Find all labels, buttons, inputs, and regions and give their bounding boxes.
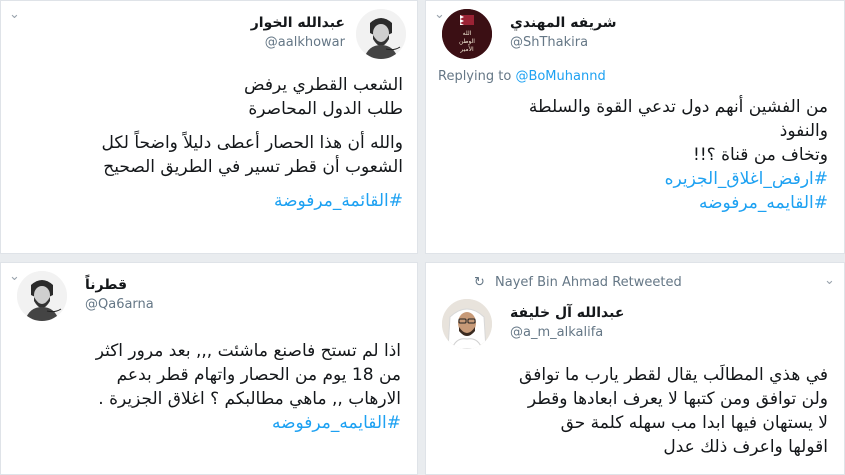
tweet-text: اذا لم تستح فاصنع ماشئت ,,, بعد مرور اكث… bbox=[11, 339, 401, 435]
retweeted-label: Retweeted bbox=[612, 275, 682, 290]
profile-photo-icon bbox=[442, 299, 492, 349]
tweet-line: والنفوذ bbox=[779, 121, 828, 141]
hashtag-link[interactable]: #القايمه_مرفوضه bbox=[438, 191, 828, 215]
tweet-line: لا يستهان فيها ابدا مب سهله كلمة حق bbox=[560, 413, 828, 433]
tweet-line: الارهاب ,, ماهي مطالبكم ؟ اغلاق الجزيرة … bbox=[98, 389, 401, 409]
tweet-card-a-m-alkalifa[interactable]: ↻ Nayef Bin Ahmad Retweeted ⌄ عبدالله آل… bbox=[425, 262, 845, 475]
tweet-line: طلب الدول المحاصرة bbox=[248, 99, 403, 119]
svg-text:الوطن: الوطن bbox=[459, 38, 475, 45]
tweet-line: من الفشين أنهم دول تدعي القوة والسلطة bbox=[528, 97, 828, 117]
tweet-card-qa6arna[interactable]: ⌄ قطرناً @Qa6arna اذا لم تستح فاصنع ماشئ… bbox=[0, 262, 418, 475]
replying-label: Replying to bbox=[438, 69, 512, 84]
tweet-line: ولن توافق ومن كتبها لا يعرف ابعادها وقطر bbox=[527, 389, 828, 409]
tweet-line: اذا لم تستح فاصنع ماشئت ,,, بعد مرور اكث… bbox=[95, 341, 401, 361]
author-name[interactable]: قطرناً bbox=[85, 277, 127, 293]
tweet-line: الشعب القطري يرفض bbox=[244, 75, 403, 95]
portrait-sketch-icon bbox=[17, 271, 67, 321]
tweet-line: من 18 يوم من الحصار واتهام قطر بدعم bbox=[116, 365, 401, 385]
hashtag-link[interactable]: #ارفض_اغلاق_الجزيره bbox=[438, 167, 828, 191]
author-handle[interactable]: @a_m_alkalifa bbox=[510, 325, 603, 340]
tweet-line: والله أن هذا الحصار أعطى دليلاً واضحاً ل… bbox=[101, 133, 403, 153]
avatar[interactable] bbox=[17, 271, 67, 321]
author-name[interactable]: شريفه المهندي bbox=[510, 15, 617, 31]
retweeted-by: ↻ Nayef Bin Ahmad Retweeted bbox=[474, 275, 682, 290]
tweet-line: وتخاف من قناة ؟!! bbox=[693, 145, 828, 165]
tweet-card-shthakira[interactable]: ⌄ الله الوطن الأمير شريفه المهندي @ShTha… bbox=[425, 0, 845, 254]
avatar[interactable] bbox=[442, 299, 492, 349]
tweet-text: في هذي المطالَب يقال لقطر يارب ما توافق … bbox=[433, 363, 828, 459]
tweet-text: الشعب القطري يرفض طلب الدول المحاصرة وال… bbox=[13, 73, 403, 213]
author-handle[interactable]: @aalkhowar bbox=[265, 35, 345, 50]
author-name[interactable]: عبدالله الخوار bbox=[251, 15, 345, 31]
avatar[interactable] bbox=[356, 9, 406, 59]
hashtag-link[interactable]: #القائمة_مرفوضة bbox=[13, 189, 403, 213]
author-handle[interactable]: @ShThakira bbox=[510, 35, 588, 50]
chevron-down-icon[interactable]: ⌄ bbox=[434, 7, 445, 22]
replying-to: Replying to @BoMuhannd bbox=[438, 69, 606, 84]
portrait-sketch-icon bbox=[356, 9, 406, 59]
tweet-card-aalkhowar[interactable]: ⌄ عبدالله الخوار @aalkhowar الشعب القطري… bbox=[0, 0, 418, 254]
hashtag-link[interactable]: #القايمه_مرفوضه bbox=[11, 411, 401, 435]
avatar[interactable]: الله الوطن الأمير bbox=[442, 9, 492, 59]
chevron-down-icon[interactable]: ⌄ bbox=[9, 269, 20, 284]
svg-text:الأمير: الأمير bbox=[459, 45, 474, 53]
tweet-text: من الفشين أنهم دول تدعي القوة والسلطة وا… bbox=[438, 95, 828, 215]
tweet-line: اقولها واعرف ذلك عدل bbox=[663, 437, 828, 457]
author-handle[interactable]: @Qa6arna bbox=[85, 297, 154, 312]
mention-link[interactable]: @BoMuhannd bbox=[515, 69, 605, 84]
tweet-line: الشعوب أن قطر تسير في الطريق الصحيح bbox=[103, 157, 403, 177]
retweeter-name[interactable]: Nayef Bin Ahmad bbox=[495, 275, 608, 290]
retweet-icon: ↻ bbox=[474, 275, 485, 290]
svg-text:الله: الله bbox=[463, 30, 472, 37]
chevron-down-icon[interactable]: ⌄ bbox=[9, 7, 20, 22]
tweet-line: في هذي المطالَب يقال لقطر يارب ما توافق bbox=[519, 365, 828, 385]
author-name[interactable]: عبدالله آل خليفة bbox=[510, 305, 624, 321]
emblem-icon: الله الوطن الأمير bbox=[442, 9, 492, 59]
chevron-down-icon[interactable]: ⌄ bbox=[824, 273, 835, 288]
